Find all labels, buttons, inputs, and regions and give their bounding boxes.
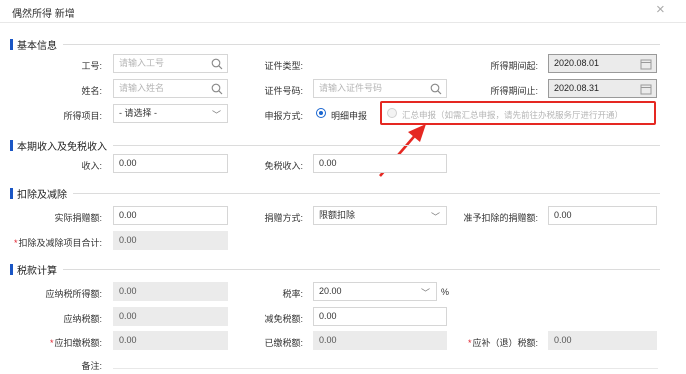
job-no-input[interactable]: 请输入工号 (113, 54, 228, 73)
period-end-field[interactable]: 2020.08.31 (548, 79, 657, 98)
detail-declare-label: 明细申报 (331, 111, 368, 121)
section-basic-header: 基本信息 (10, 37, 660, 52)
tax-rate-unit: % (441, 287, 450, 297)
declare-method-label: 申报方式: (264, 111, 303, 121)
job-no-placeholder: 请输入工号 (119, 58, 165, 68)
name-label: 姓名: (81, 86, 102, 96)
paid-tax-field: 0.00 (313, 331, 447, 350)
id-no-label: 证件号码: (264, 86, 303, 96)
withhold-tax-text: 应扣缴税额: (54, 338, 102, 348)
remark-input-border[interactable] (113, 368, 658, 369)
tax-free-income-label: 免税收入: (264, 161, 303, 171)
name-input[interactable]: 请输入姓名 (113, 79, 228, 98)
income-label: 收入: (81, 161, 102, 171)
section-tax-header: 税款计算 (10, 262, 660, 277)
search-icon[interactable] (430, 83, 442, 95)
tax-rate-select[interactable]: 20.00 ﹀ (313, 282, 437, 301)
calendar-icon[interactable] (640, 58, 652, 70)
section-divider (73, 193, 660, 194)
period-end-value: 2020.08.31 (554, 83, 600, 93)
tax-rate-value: 20.00 (319, 286, 342, 296)
refund-tax-label: *应补（退）税额: (450, 336, 538, 349)
tax-payable-field: 0.00 (113, 307, 228, 326)
chevron-down-icon: ﹀ (420, 288, 430, 298)
calendar-icon[interactable] (640, 83, 652, 95)
id-no-input[interactable]: 请输入证件号码 (313, 79, 447, 98)
tax-rate-label: 税率: (282, 289, 303, 299)
chevron-down-icon: ﹀ (430, 212, 440, 222)
chevron-down-icon: ﹀ (211, 110, 221, 120)
deduction-total-field: 0.00 (113, 231, 228, 250)
donation-method-value: 限额扣除 (319, 210, 356, 220)
donation-method-label: 捐赠方式: (264, 213, 303, 223)
period-end-label: 所得期间止: (490, 86, 538, 96)
refund-tax-field: 0.00 (548, 331, 657, 350)
income-item-label: 所得项目: (63, 111, 102, 121)
donation-input[interactable]: 0.00 (113, 206, 228, 225)
job-no-label: 工号: (81, 61, 102, 71)
withhold-tax-field: 0.00 (113, 331, 228, 350)
tax-relief-label: 减免税额: (264, 314, 303, 324)
allowed-deduction-label: 准予扣除的捐赠额: (463, 213, 538, 223)
deduction-total-text: 扣除及减除项目合计: (18, 238, 102, 248)
detail-declare-radio[interactable] (316, 108, 326, 118)
section-marker (10, 264, 13, 275)
deduction-total-label: *扣除及减除项目合计: (2, 236, 102, 249)
income-item-value: - 请选择 - (119, 108, 157, 118)
refund-tax-text: 应补（退）税额: (472, 338, 538, 348)
section-title: 本期收入及免税收入 (17, 142, 107, 153)
taxable-income-field: 0.00 (113, 282, 228, 301)
required-marker: * (49, 338, 54, 348)
tax-relief-input[interactable]: 0.00 (313, 307, 447, 326)
required-marker: * (13, 238, 18, 248)
name-placeholder: 请输入姓名 (119, 83, 165, 93)
section-income-header: 本期收入及免税收入 (10, 138, 660, 153)
id-type-label: 证件类型: (264, 61, 303, 71)
header-divider (0, 22, 686, 23)
summary-declare-radio[interactable] (387, 108, 397, 118)
allowed-deduction-input[interactable]: 0.00 (548, 206, 657, 225)
section-title: 扣除及减除 (17, 190, 67, 201)
remark-label: 备注: (81, 361, 102, 371)
section-title: 基本信息 (17, 41, 57, 52)
paid-tax-label: 已缴税额: (264, 338, 303, 348)
search-icon[interactable] (211, 58, 223, 70)
section-title: 税款计算 (17, 266, 57, 277)
section-deduct-header: 扣除及减除 (10, 186, 660, 201)
section-marker (10, 140, 13, 151)
required-marker: * (467, 338, 472, 348)
period-start-value: 2020.08.01 (554, 58, 600, 68)
tax-payable-label: 应纳税额: (63, 314, 102, 324)
period-start-label: 所得期间起: (490, 61, 538, 71)
section-divider (63, 44, 660, 45)
section-divider (63, 269, 660, 270)
withhold-tax-label: *应扣缴税额: (20, 336, 102, 349)
search-icon[interactable] (211, 83, 223, 95)
tax-free-income-input[interactable]: 0.00 (313, 154, 447, 173)
id-no-placeholder: 请输入证件号码 (319, 83, 383, 93)
donation-method-select[interactable]: 限额扣除 ﹀ (313, 206, 447, 225)
income-item-select[interactable]: - 请选择 - ﹀ (113, 104, 228, 123)
section-marker (10, 188, 13, 199)
donation-label: 实际捐赠额: (54, 213, 102, 223)
section-marker (10, 39, 13, 50)
income-input[interactable]: 0.00 (113, 154, 228, 173)
section-divider (113, 145, 660, 146)
period-start-field[interactable]: 2020.08.01 (548, 54, 657, 73)
taxable-income-label: 应纳税所得额: (45, 289, 102, 299)
dialog-title: 偶然所得 新增 (12, 9, 75, 20)
close-icon[interactable]: × (656, 2, 665, 17)
